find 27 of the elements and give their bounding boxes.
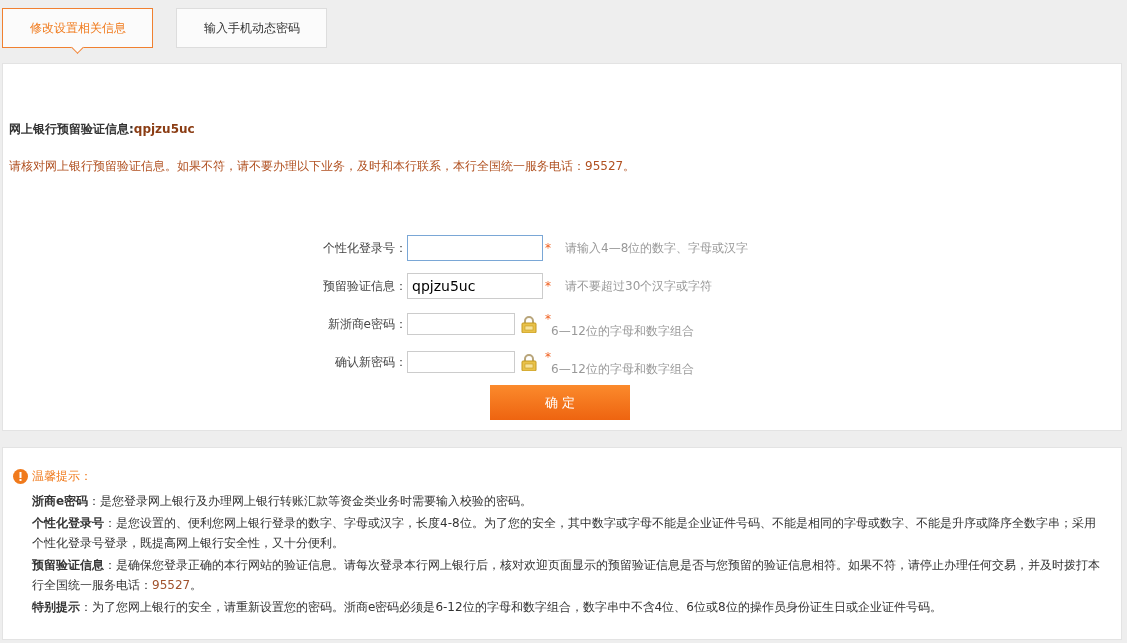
hint-text: 6—12位的字母和数字组合 [551, 322, 694, 340]
required-mark: * [545, 279, 551, 293]
notice-text: 请核对网上银行预留验证信息。如果不符，请不要办理以下业务，及时和本行联系，本行全国统一服务电话：95527。 [8, 158, 637, 175]
hint-text: 请输入4—8位的数字、字母或汉字 [565, 239, 749, 257]
field-label: 预留验证信息： [322, 277, 407, 295]
required-mark: * [545, 312, 551, 326]
tip-paragraph: 浙商e密码：是您登录网上银行及办理网上银行转账汇款等资金类业务时需要输入校验的密码。 [32, 493, 534, 510]
tip-paragraph: 特别提示：为了您网上银行的安全，请重新设置您的密码。浙商e密码必须是6-12位的字母和数字组合，数字串中不含4位、6位或8位的操作员身份证生日或企业证件号码。 [32, 599, 943, 616]
input-field[interactable] [407, 235, 543, 261]
field-label: 确认新密码： [334, 353, 407, 371]
hint-text: 6—12位的字母和数字组合 [551, 360, 694, 378]
required-mark: * [545, 241, 551, 255]
tips-title: 温馨提示： [32, 468, 92, 485]
hint-text: 请不要超过30个汉字或字符 [565, 277, 713, 295]
warning-icon [13, 469, 28, 484]
lock-icon [521, 315, 537, 333]
verify-info: 网上银行预留验证信息:qpjzu5uc [8, 121, 196, 138]
tip-paragraph: 个性化登录号：是您设置的、便利您网上银行登录的数字、字母或汉字，长度4-8位。为了您的安全，其中数字或字母不能是企业证件号码、不能是相同的字母或数字、不能是升序或降序全数字串；采用个性化登录号登录，既提高网上银行安全性，又十分便利。 [32, 515, 1097, 552]
required-mark: * [545, 350, 551, 364]
password-field[interactable] [407, 313, 515, 335]
tab[interactable]: 输入手机动态密码 [176, 8, 327, 48]
tip-paragraph: 预留验证信息：是确保您登录正确的本行网站的验证信息。请每次登录本行网上银行后，核对欢迎页面显示的预留验证信息是否与您预留的验证信息相符。如果不符，请停止办理任何交易，并及时拨打本行全国统一服务电话：95527。 [32, 557, 1101, 594]
password-field[interactable] [407, 351, 515, 373]
lock-icon [521, 353, 537, 371]
field-label: 新浙商e密码： [326, 315, 407, 333]
input-field[interactable]: qpjzu5uc [407, 273, 543, 299]
field-label: 个性化登录号： [322, 239, 407, 257]
